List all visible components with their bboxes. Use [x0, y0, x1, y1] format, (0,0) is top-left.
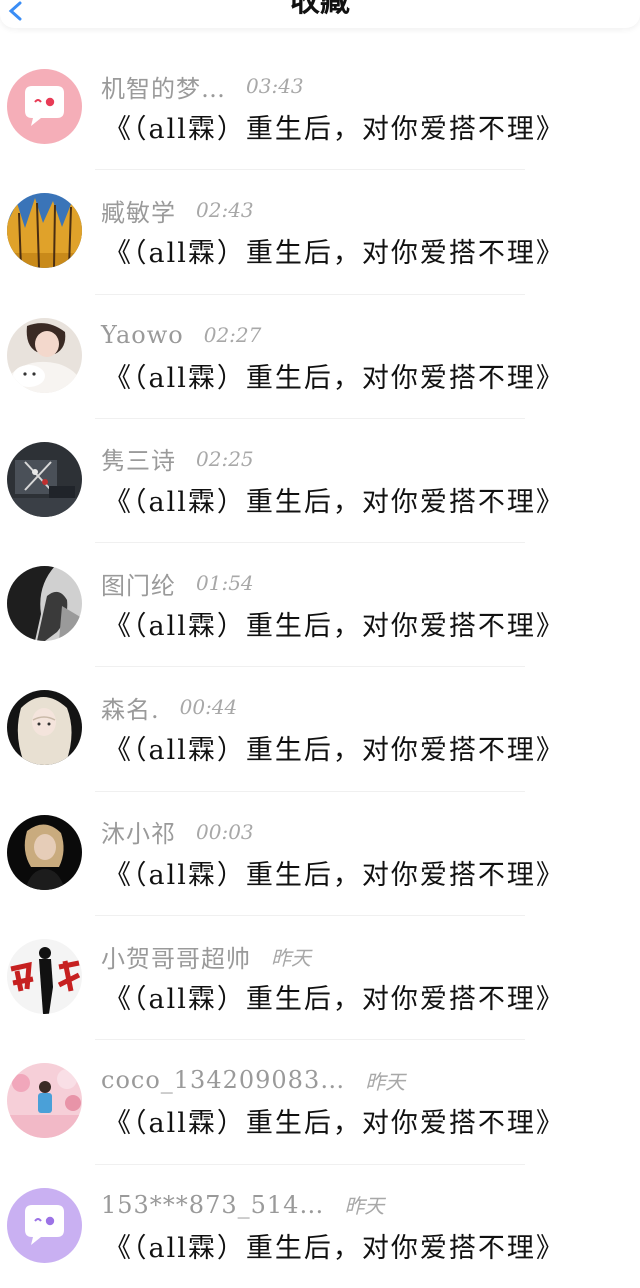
- user-name[interactable]: 图门纶: [101, 566, 176, 601]
- message-text[interactable]: 《（all霖）重生后，对你爱搭不理》: [104, 1101, 565, 1140]
- user-name[interactable]: 森名.: [101, 690, 160, 725]
- list-item[interactable]: 小贺哥哥超帅 昨天 《（all霖）重生后，对你爱搭不理》: [0, 915, 640, 1039]
- avatar[interactable]: [7, 1187, 82, 1263]
- avatar[interactable]: [7, 69, 82, 144]
- divider: [95, 1039, 525, 1041]
- page-title: 收藏: [290, 0, 350, 19]
- message-text[interactable]: 《（all霖）重生后，对你爱搭不理》: [104, 604, 565, 643]
- item-meta: 小贺哥哥超帅 昨天: [101, 939, 311, 973]
- list-item[interactable]: Yaowo 02:27 《（all霖）重生后，对你爱搭不理》: [0, 293, 640, 418]
- list-item[interactable]: 隽三诗 02:25 《（all霖）重生后，对你爱搭不理》: [0, 417, 640, 542]
- user-name[interactable]: coco_134209083…: [101, 1066, 345, 1094]
- timestamp: 02:25: [196, 446, 254, 471]
- item-meta: 机智的梦… 03:43: [101, 69, 304, 103]
- avatar[interactable]: [7, 814, 82, 890]
- avatar[interactable]: [7, 441, 82, 517]
- user-name[interactable]: Yaowo: [101, 321, 184, 349]
- message-text[interactable]: 《（all霖）重生后，对你爱搭不理》: [104, 356, 565, 395]
- item-meta: 153***873_514… 昨天: [101, 1188, 384, 1222]
- divider: [95, 169, 525, 171]
- timestamp: 00:44: [179, 695, 238, 720]
- timestamp: 01:54: [196, 571, 254, 596]
- list-item[interactable]: 图门纶 01:54 《（all霖）重生后，对你爱搭不理》: [0, 542, 640, 666]
- message-text[interactable]: 《（all霖）重生后，对你爱搭不理》: [104, 231, 565, 270]
- divider: [95, 666, 525, 668]
- avatar[interactable]: [7, 317, 82, 393]
- message-text[interactable]: 《（all霖）重生后，对你爱搭不理》: [104, 853, 565, 892]
- dark-portrait-photo-icon: [7, 814, 82, 890]
- list-item[interactable]: 沐小祁 00:03 《（all霖）重生后，对你爱搭不理》: [0, 790, 640, 915]
- list-item[interactable]: coco_134209083… 昨天 《（all霖）重生后，对你爱搭不理》: [0, 1039, 640, 1163]
- calligraphy-figure-photo-icon: [7, 939, 82, 1015]
- item-meta: 森名. 00:44: [101, 690, 237, 724]
- message-text[interactable]: 《（all霖）重生后，对你爱搭不理》: [104, 480, 565, 519]
- divider: [95, 417, 525, 419]
- girl-with-cat-photo-icon: [7, 317, 82, 393]
- divider: [95, 1163, 525, 1165]
- item-meta: 图门纶 01:54: [101, 566, 254, 600]
- blonde-girl-photo-icon: [7, 690, 82, 766]
- item-meta: 沐小祁 00:03: [101, 815, 254, 849]
- item-meta: Yaowo 02:27: [101, 318, 261, 352]
- list-item[interactable]: 机智的梦… 03:43 《（all霖）重生后，对你爱搭不理》: [0, 45, 640, 169]
- avatar[interactable]: [7, 193, 82, 269]
- user-name[interactable]: 小贺哥哥超帅: [101, 939, 251, 974]
- pink-kid-photo-icon: [7, 1063, 82, 1139]
- timestamp: 昨天: [271, 945, 311, 970]
- timestamp: 昨天: [365, 1069, 406, 1094]
- item-meta: 隽三诗 02:25: [101, 442, 254, 476]
- user-name[interactable]: 隽三诗: [101, 441, 176, 476]
- message-text[interactable]: 《（all霖）重生后，对你爱搭不理》: [104, 1226, 565, 1265]
- user-name[interactable]: 153***873_514…: [101, 1191, 324, 1219]
- divider: [95, 915, 525, 917]
- trees-photo-icon: [7, 193, 82, 269]
- timestamp: 03:43: [246, 74, 304, 98]
- user-name[interactable]: 沐小祁: [101, 814, 176, 849]
- avatar[interactable]: [7, 690, 82, 766]
- message-text[interactable]: 《（all霖）重生后，对你爱搭不理》: [104, 728, 565, 767]
- list-item[interactable]: 153***873_514… 昨天 《（all霖）重生后，对你爱搭不理》: [0, 1163, 640, 1288]
- avatar[interactable]: [7, 939, 82, 1015]
- divider: [95, 293, 525, 295]
- favorites-list: 机智的梦… 03:43 《（all霖）重生后，对你爱搭不理》 臧敏学 02:43…: [0, 45, 640, 1288]
- divider: [95, 790, 525, 792]
- list-item[interactable]: 森名. 00:44 《（all霖）重生后，对你爱搭不理》: [0, 666, 640, 790]
- avatar[interactable]: [7, 566, 82, 642]
- user-name[interactable]: 臧敏学: [101, 193, 176, 228]
- divider: [95, 542, 525, 544]
- dark-board-photo-icon: [7, 441, 82, 517]
- chat-bubble-icon: [7, 69, 82, 144]
- avatar[interactable]: [7, 1063, 82, 1139]
- user-name[interactable]: 机智的梦…: [101, 69, 226, 104]
- timestamp: 02:43: [196, 198, 254, 223]
- item-meta: coco_134209083… 昨天: [101, 1063, 405, 1097]
- item-meta: 臧敏学 02:43: [101, 193, 254, 227]
- timestamp: 00:03: [196, 819, 254, 844]
- message-text[interactable]: 《（all霖）重生后，对你爱搭不理》: [104, 977, 565, 1016]
- message-text[interactable]: 《（all霖）重生后，对你爱搭不理》: [104, 107, 565, 146]
- chat-bubble-icon: [7, 1187, 82, 1263]
- timestamp: 02:27: [203, 322, 262, 347]
- timestamp: 昨天: [344, 1194, 385, 1219]
- dark-figure-photo-icon: [7, 566, 82, 642]
- list-item[interactable]: 臧敏学 02:43 《（all霖）重生后，对你爱搭不理》: [0, 169, 640, 293]
